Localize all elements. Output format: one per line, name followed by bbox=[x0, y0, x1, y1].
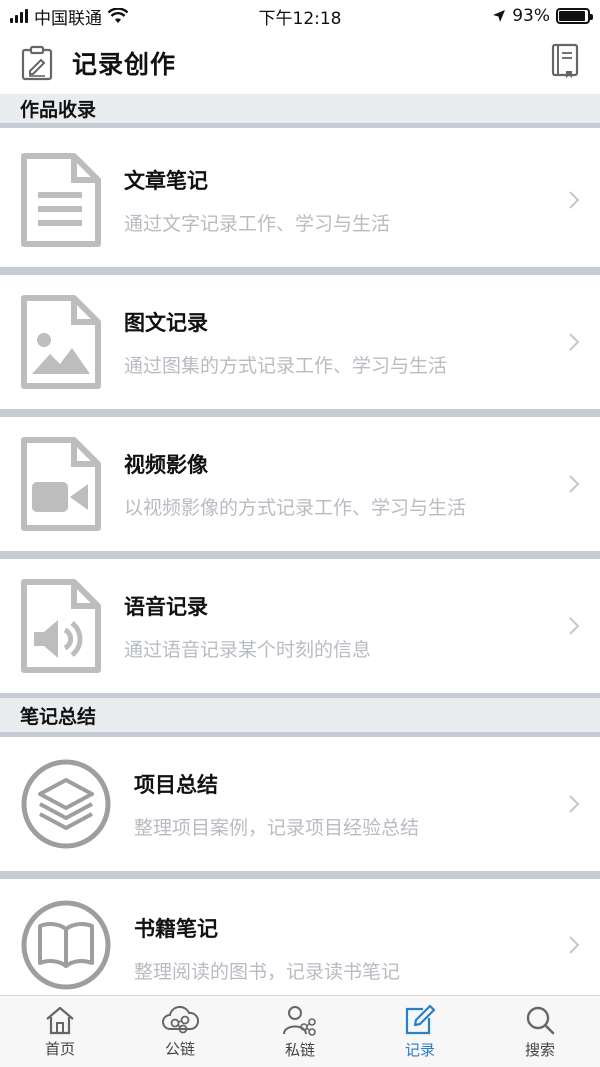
chevron-right-icon bbox=[569, 936, 580, 954]
chevron-right-icon bbox=[569, 475, 580, 493]
chevron-right-icon bbox=[569, 333, 580, 351]
status-bar: 中国联通 下午12:18 93% bbox=[0, 0, 600, 32]
home-icon bbox=[46, 1006, 74, 1034]
tab-home[interactable]: 首页 bbox=[0, 996, 120, 1067]
item-title: 文章笔记 bbox=[124, 168, 208, 193]
page-header: 记录创作 bbox=[0, 32, 600, 94]
document-text-icon bbox=[21, 153, 101, 247]
layers-icon bbox=[21, 759, 111, 849]
list-item-project-summary[interactable]: 项目总结 整理项目案例，记录项目经验总结 bbox=[0, 737, 600, 871]
item-title: 图文记录 bbox=[124, 310, 208, 335]
edit-icon bbox=[405, 1004, 436, 1034]
cloud-link-icon bbox=[162, 1005, 199, 1033]
document-image-icon bbox=[21, 295, 101, 389]
book-icon bbox=[21, 900, 111, 990]
chevron-right-icon bbox=[569, 191, 580, 209]
item-desc: 整理项目案例，记录项目经验总结 bbox=[134, 816, 420, 839]
chevron-right-icon bbox=[569, 795, 580, 813]
tab-public-chain[interactable]: 公链 bbox=[120, 996, 240, 1067]
carrier-label: 中国联通 bbox=[34, 8, 102, 29]
tab-records[interactable]: 记录 bbox=[360, 996, 480, 1067]
section-header-notes-summary: 笔记总结 bbox=[0, 693, 600, 737]
page-title: 记录创作 bbox=[72, 50, 177, 79]
tab-search[interactable]: 搜索 bbox=[480, 996, 600, 1067]
notebook-icon[interactable] bbox=[550, 43, 580, 79]
item-desc: 以视频影像的方式记录工作、学习与生活 bbox=[124, 496, 467, 519]
tab-private-chain[interactable]: 私链 bbox=[240, 996, 360, 1067]
tab-label: 公链 bbox=[164, 1039, 195, 1058]
tab-label: 搜索 bbox=[524, 1040, 555, 1059]
section-header-works: 作品收录 bbox=[0, 94, 600, 128]
document-video-icon bbox=[21, 437, 101, 531]
item-title: 书籍笔记 bbox=[134, 917, 218, 941]
item-title: 语音记录 bbox=[124, 594, 208, 619]
battery-percent: 93% bbox=[512, 6, 550, 26]
tab-bar: 首页 公链 私链 记录 搜索 bbox=[0, 995, 600, 1067]
item-separator bbox=[0, 267, 600, 275]
signal-icon bbox=[10, 9, 28, 23]
location-arrow-icon bbox=[493, 10, 506, 22]
search-icon bbox=[526, 1006, 555, 1034]
item-title: 视频影像 bbox=[124, 452, 208, 477]
list-item-voice[interactable]: 语音记录 通过语音记录某个时刻的信息 bbox=[0, 559, 600, 693]
item-title: 项目总结 bbox=[134, 772, 218, 797]
clipboard-edit-icon[interactable] bbox=[20, 45, 54, 81]
document-audio-icon bbox=[21, 579, 101, 673]
item-separator bbox=[0, 409, 600, 417]
tab-label: 私链 bbox=[284, 1040, 315, 1059]
list-item-book-notes[interactable]: 书籍笔记 整理阅读的图书，记录读书笔记 bbox=[0, 879, 600, 995]
item-separator bbox=[0, 871, 600, 879]
user-share-icon bbox=[283, 1005, 316, 1036]
list-item-image-records[interactable]: 图文记录 通过图集的方式记录工作、学习与生活 bbox=[0, 275, 600, 409]
item-separator bbox=[0, 551, 600, 559]
chevron-right-icon bbox=[569, 617, 580, 635]
tab-label: 记录 bbox=[404, 1040, 435, 1059]
tab-label: 首页 bbox=[44, 1039, 75, 1058]
item-desc: 通过文字记录工作、学习与生活 bbox=[124, 212, 391, 235]
list-item-article-notes[interactable]: 文章笔记 通过文字记录工作、学习与生活 bbox=[0, 133, 600, 267]
battery-icon bbox=[556, 8, 593, 24]
item-desc: 通过语音记录某个时刻的信息 bbox=[124, 638, 372, 661]
list-item-video[interactable]: 视频影像 以视频影像的方式记录工作、学习与生活 bbox=[0, 417, 600, 551]
item-desc: 通过图集的方式记录工作、学习与生活 bbox=[124, 354, 448, 377]
item-desc: 整理阅读的图书，记录读书笔记 bbox=[134, 961, 401, 983]
wifi-icon bbox=[108, 8, 128, 23]
